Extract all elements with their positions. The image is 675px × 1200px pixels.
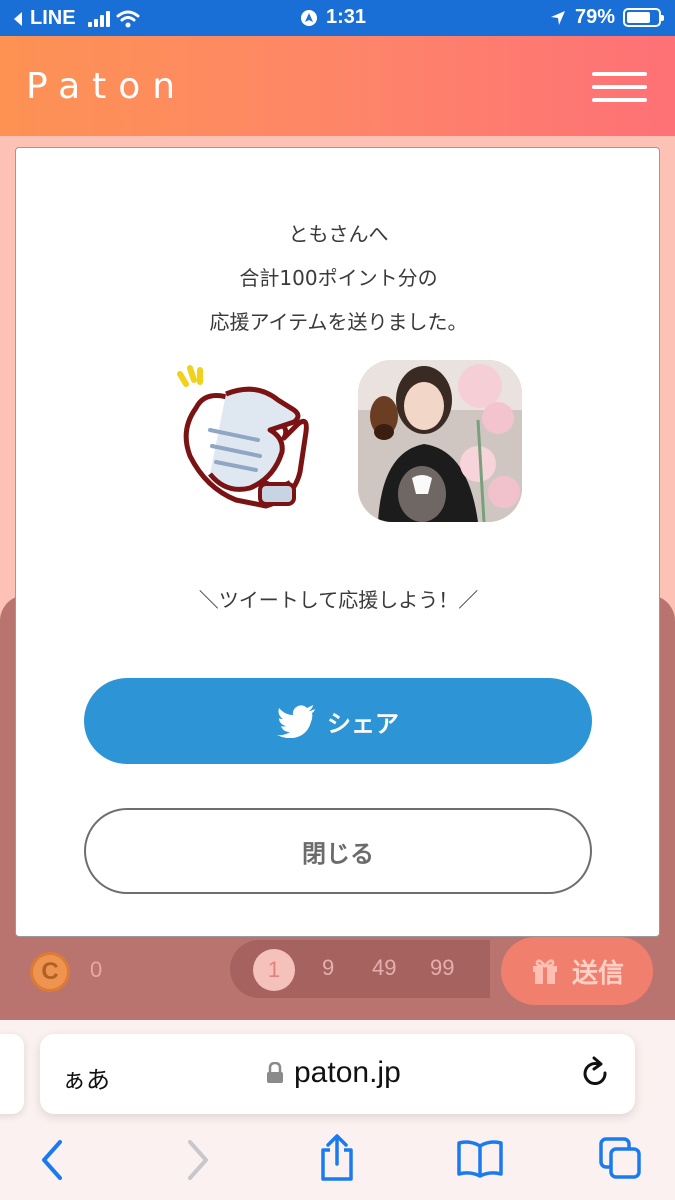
site-logo[interactable]: Paton bbox=[26, 66, 187, 107]
forward-icon[interactable] bbox=[184, 1138, 212, 1182]
share-label: シェア bbox=[327, 709, 399, 738]
back-app-label[interactable]: LINE bbox=[30, 7, 76, 30]
url-text: paton.jp bbox=[294, 1056, 401, 1089]
coin-icon: C bbox=[30, 952, 70, 992]
tabs-icon[interactable] bbox=[598, 1136, 642, 1180]
battery-percent: 79% bbox=[574, 6, 615, 28]
send-label: 送信 bbox=[571, 958, 624, 989]
location-lock-icon bbox=[301, 9, 317, 26]
bookmarks-icon[interactable] bbox=[456, 1138, 504, 1178]
reload-icon[interactable] bbox=[578, 1056, 612, 1090]
creator-photo bbox=[358, 360, 522, 522]
amount-option-99[interactable]: 99 bbox=[430, 955, 454, 981]
tweet-cta: ＼ツイートして応援しよう！／ bbox=[198, 588, 479, 612]
creator-avatar bbox=[358, 360, 522, 522]
lock-icon bbox=[267, 1062, 283, 1083]
send-button[interactable]: 送信 bbox=[501, 937, 653, 1005]
status-time: 1:31 bbox=[326, 6, 367, 28]
back-icon[interactable] bbox=[38, 1138, 66, 1182]
wifi-icon bbox=[116, 10, 140, 27]
share-icon[interactable] bbox=[318, 1134, 356, 1182]
message-line-2: 合計100ポイント分の bbox=[239, 266, 438, 290]
twitter-share-button[interactable]: シェア bbox=[84, 678, 592, 764]
message-line-3: 応援アイテムを送りました。 bbox=[209, 310, 468, 334]
amount-option-9[interactable]: 9 bbox=[322, 955, 334, 981]
sent-message: ともさんへ 合計100ポイント分の 応援アイテムを送りました。 bbox=[16, 212, 661, 344]
back-arrow-icon[interactable] bbox=[12, 11, 24, 27]
gift-icon bbox=[532, 959, 557, 984]
support-sent-modal: ともさんへ 合計100ポイント分の 応援アイテムを送りました。 ＼ツイートして応… bbox=[15, 147, 660, 937]
hamburger-menu-icon[interactable] bbox=[592, 72, 647, 102]
twitter-bird-icon bbox=[277, 705, 315, 738]
status-bar: LINE 1:31 79% bbox=[0, 0, 675, 36]
clapping-hands-icon bbox=[177, 365, 309, 509]
amount-option-1[interactable]: 1 bbox=[253, 949, 295, 991]
close-button[interactable]: 閉じる bbox=[84, 808, 592, 894]
cellular-signal-icon bbox=[87, 10, 110, 27]
url-display[interactable]: paton.jp bbox=[266, 1056, 401, 1090]
page-settings-button[interactable]: ぁあ bbox=[62, 1060, 110, 1095]
coin-count: 0 bbox=[90, 957, 103, 982]
amount-option-49[interactable]: 49 bbox=[372, 955, 396, 981]
battery-icon bbox=[623, 8, 664, 27]
previous-tab-preview[interactable] bbox=[0, 1034, 24, 1114]
location-arrow-icon bbox=[550, 10, 565, 25]
message-line-1: ともさんへ bbox=[288, 222, 389, 246]
